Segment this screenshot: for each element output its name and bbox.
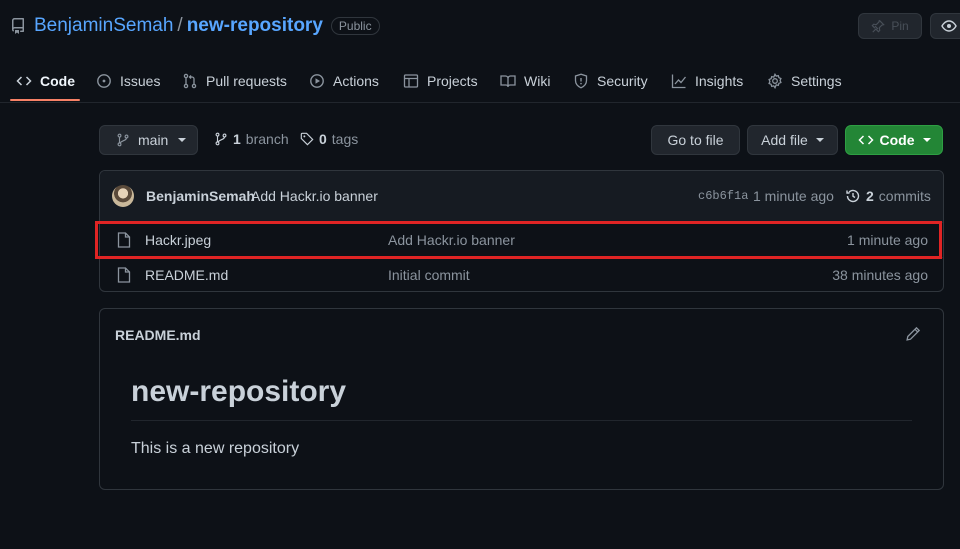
latest-commit-bar: BenjaminSemah Add Hackr.io banner c6b6f1… [100,171,943,223]
chevron-down-icon [178,138,187,142]
pencil-icon[interactable] [905,326,921,342]
visibility-badge: Public [330,17,380,35]
add-file-button[interactable]: Add file [747,125,838,155]
play-icon [309,73,325,89]
highlight-annotation-box [95,221,942,259]
code-icon [857,132,874,148]
commit-sha-link[interactable]: c6b6f1a [698,189,748,203]
tab-code[interactable]: Code [16,62,75,100]
commit-word: commits [878,188,931,204]
tab-label: Security [597,73,648,89]
tab-insights[interactable]: Insights [671,62,743,100]
commit-message-link[interactable]: Add Hackr.io banner [251,188,378,204]
code-button-label: Code [879,132,915,148]
repo-icon [10,18,26,34]
branch-icon [214,132,228,146]
file-icon [117,267,131,283]
commit-time: 1 minute ago [753,188,834,204]
repo-header: BenjaminSemah / new-repository Public [10,14,380,38]
tab-label: Settings [791,73,842,89]
tag-word: tags [331,131,359,147]
tab-security[interactable]: Security [573,62,648,100]
pull-request-icon [182,73,198,89]
chevron-down-icon [815,138,824,142]
code-button[interactable]: Code [845,125,943,155]
tab-label: Pull requests [206,73,287,89]
chevron-down-icon [922,138,931,142]
file-commit-time: 38 minutes ago [832,267,928,283]
issue-icon [96,73,112,89]
repo-path-separator: / [177,15,183,36]
repo-tabs: Code Issues Pull requests Actions Projec… [0,62,960,103]
pin-label: Pin [891,19,909,33]
branch-label: main [138,132,169,148]
history-icon [845,188,861,204]
branch-icon [116,133,130,147]
eye-icon [941,18,957,34]
readme-heading: new-repository [131,375,347,408]
go-to-file-button[interactable]: Go to file [651,125,740,155]
tab-settings[interactable]: Settings [767,62,842,100]
divider [131,420,912,421]
tab-pull-requests[interactable]: Pull requests [182,62,287,100]
graph-icon [671,73,687,89]
commits-history-link[interactable]: 2 commits [845,188,931,204]
tab-issues[interactable]: Issues [96,62,160,100]
tab-label: Code [40,73,75,89]
readme-filename: README.md [115,327,201,343]
tab-wiki[interactable]: Wiki [500,62,550,100]
pin-icon [871,19,886,33]
watch-button[interactable] [930,13,960,39]
tab-actions[interactable]: Actions [309,62,379,100]
tab-projects[interactable]: Projects [403,62,478,100]
shield-icon [573,73,589,89]
gear-icon [767,73,783,89]
tag-icon [300,132,314,146]
repo-name-link[interactable]: new-repository [187,15,323,37]
repo-owner-link[interactable]: BenjaminSemah [34,15,173,37]
book-icon [500,73,516,89]
tag-count: 0 [319,131,327,147]
add-file-label: Add file [761,132,808,148]
tab-label: Insights [695,73,744,89]
branch-count: 1 [233,131,241,147]
commit-count: 2 [866,188,874,204]
tab-label: Actions [333,73,379,89]
tags-link[interactable]: 0 tags [300,131,358,147]
file-commit-message-link[interactable]: Initial commit [388,267,470,283]
file-name-link[interactable]: README.md [145,267,228,283]
readme-body: This is a new repository [131,440,300,457]
branch-select-button[interactable]: main [99,125,198,155]
active-tab-indicator [10,99,80,101]
commit-author-link[interactable]: BenjaminSemah [146,188,255,204]
file-row[interactable]: README.md Initial commit 38 minutes ago [100,257,943,291]
pin-button[interactable]: Pin [858,13,922,39]
branch-word: branch [245,131,289,147]
readme-panel: README.md new-repository This is a new r… [99,308,944,490]
table-icon [403,73,419,89]
branches-link[interactable]: 1 branch [214,131,289,147]
avatar[interactable] [112,185,134,207]
tab-label: Projects [427,73,478,89]
tab-label: Issues [120,73,161,89]
tab-label: Wiki [524,73,551,89]
code-icon [16,73,32,89]
